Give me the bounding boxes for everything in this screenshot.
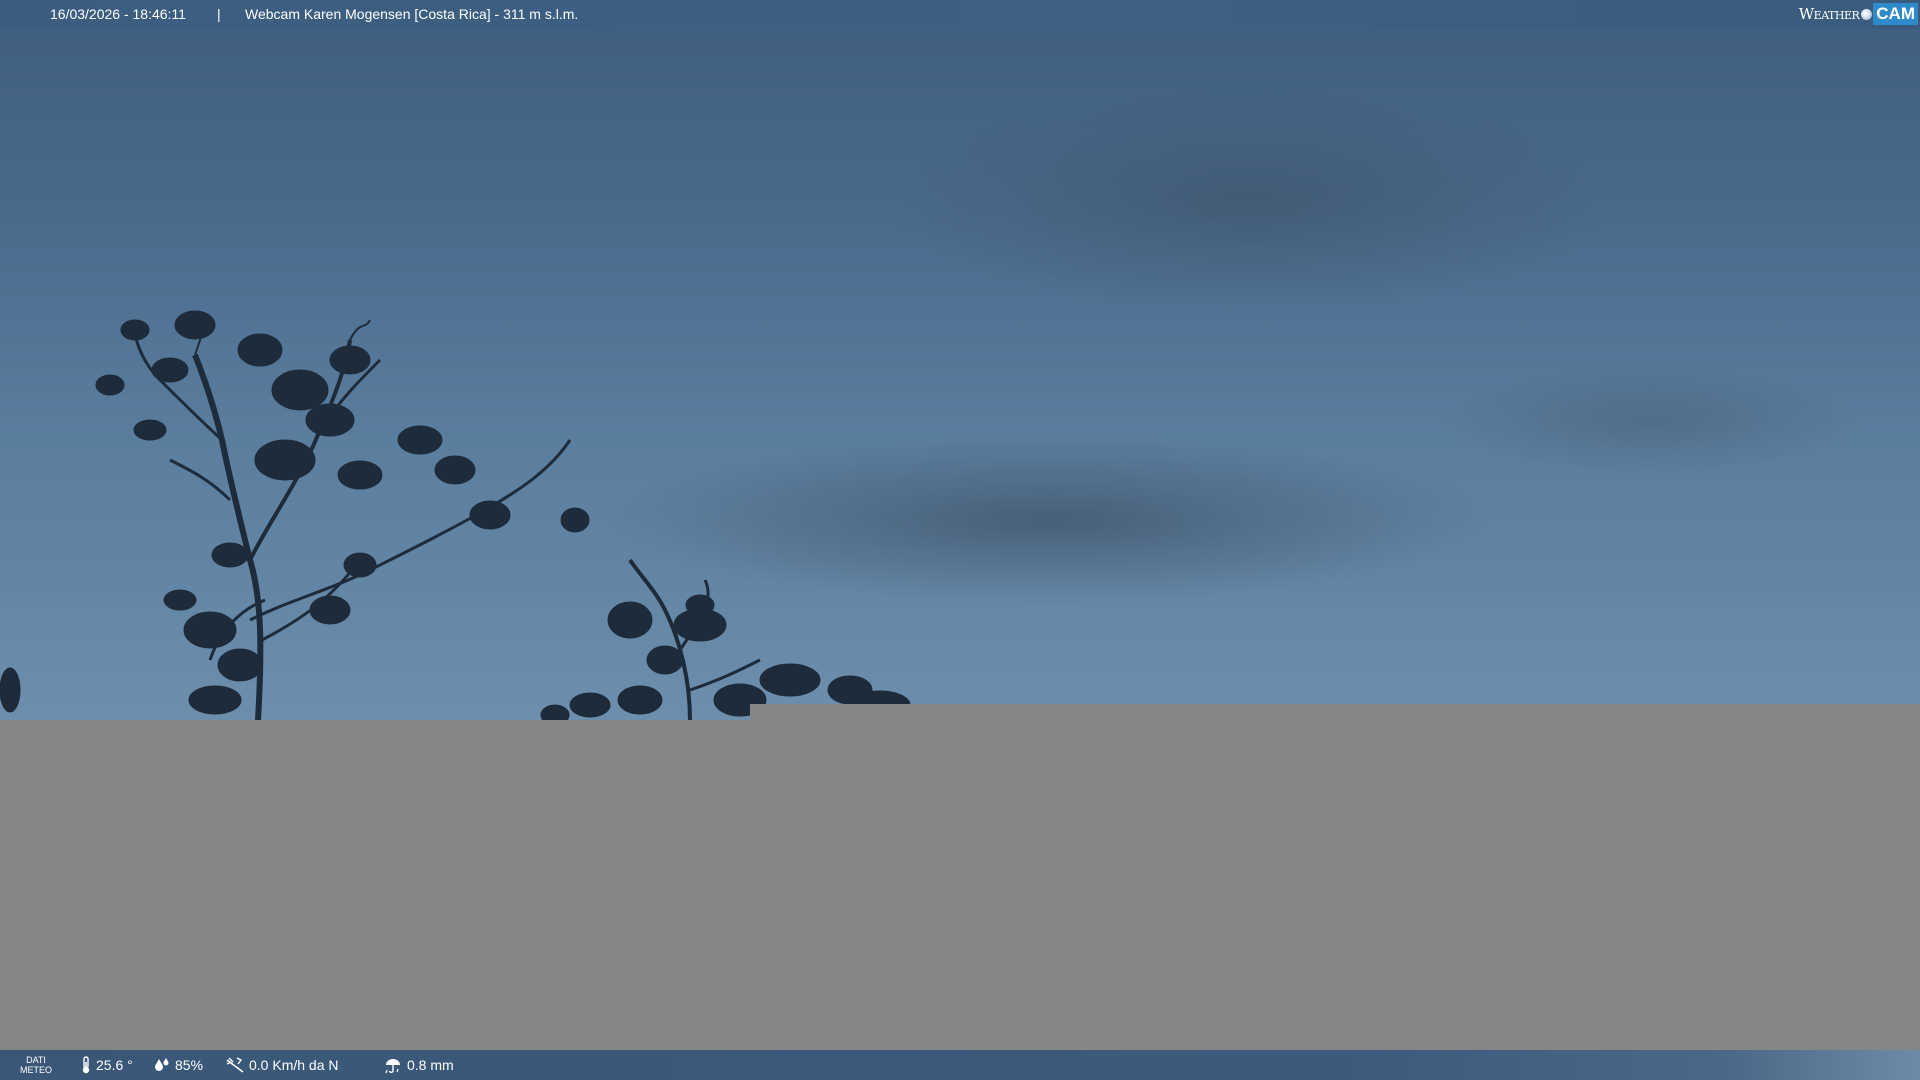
meteo-label: METEO xyxy=(19,1065,52,1075)
wind-value: 0.0 Km/h da N xyxy=(249,1057,339,1073)
wind-icon xyxy=(226,1057,244,1073)
rain-reading: 0.8 mm xyxy=(383,1050,454,1080)
weather-data-bar: DATI METEO 25.6 ° 85% 0.0 Km/h da N 0.8 … xyxy=(0,1050,1920,1080)
logo-cam-text: CAM xyxy=(1873,3,1918,25)
header-separator: | xyxy=(217,6,221,22)
tree-silhouettes xyxy=(0,310,911,726)
humidity-icon xyxy=(155,1058,169,1071)
temperature-value: 25.6 ° xyxy=(96,1057,133,1073)
rain-value: 0.8 mm xyxy=(407,1057,454,1073)
weathercam-logo[interactable]: Weather CAM xyxy=(1799,2,1918,26)
humidity-value: 85% xyxy=(175,1057,204,1073)
thermometer-icon xyxy=(82,1056,90,1074)
webcam-frame: 16/03/2026 - 18:46:11 | Webcam Karen Mog… xyxy=(0,0,1920,1080)
gray-overlay xyxy=(0,720,1920,1050)
humidity-reading: 85% xyxy=(153,1050,203,1080)
header-bar: 16/03/2026 - 18:46:11 | Webcam Karen Mog… xyxy=(0,0,1920,29)
wind-reading: 0.0 Km/h da N xyxy=(225,1050,339,1080)
logo-globe-icon xyxy=(1861,8,1873,20)
dati-label: DATI xyxy=(26,1055,46,1065)
temperature-reading: 25.6 ° xyxy=(80,1050,133,1080)
datetime-label: 16/03/2026 - 18:46:11 xyxy=(50,6,186,22)
webcam-title: Webcam Karen Mogensen [Costa Rica] - 311… xyxy=(245,6,579,22)
logo-weather-text: Weather xyxy=(1798,4,1860,23)
dati-meteo-label: DATI METEO xyxy=(18,1055,54,1075)
rain-icon xyxy=(385,1059,400,1074)
